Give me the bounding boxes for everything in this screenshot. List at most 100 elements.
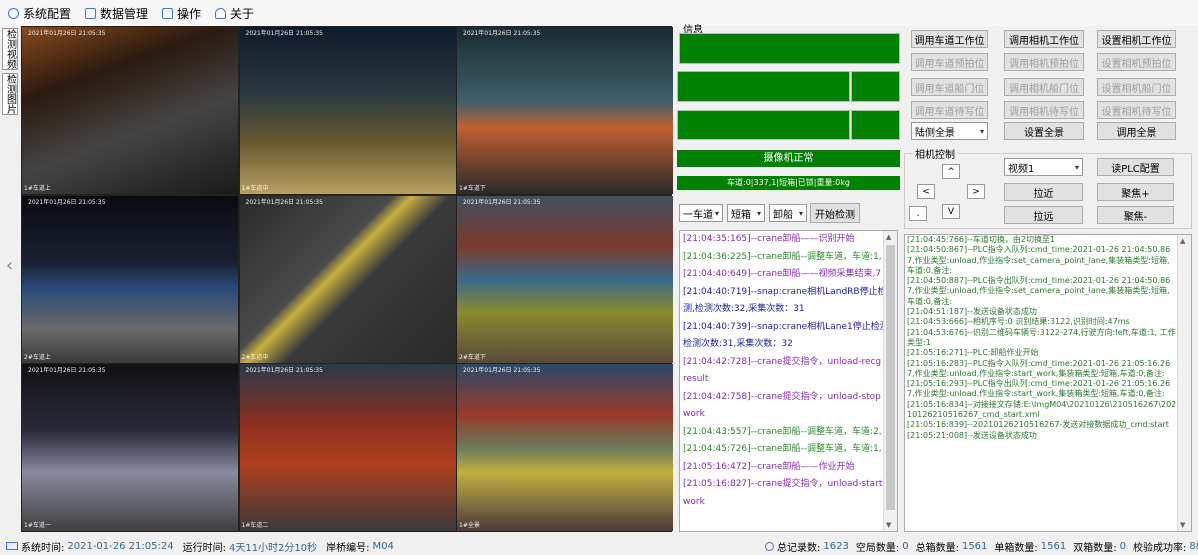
log-line: [21:05:16:283]--PLC指令入队列:cmd_time:2021-0… xyxy=(907,358,1171,378)
set-camera-door-button[interactable]: 设置相机船门位 xyxy=(1097,78,1176,96)
log-line: [21:04:53:666]--相机序号:0 识别结果:3122,识别时间:47… xyxy=(907,317,1130,327)
camera-view[interactable]: 2021年01月26日 21:05:35 2#车道下 xyxy=(457,195,673,363)
log-line: [21:05:21:008]--发送设备状态成功 xyxy=(907,430,1037,440)
camera-timestamp: 2021年01月26日 21:05:35 xyxy=(28,367,106,374)
run-time-value: 4天11小时2分10秒 xyxy=(228,542,318,554)
menu-data-management[interactable]: 数据管理 xyxy=(85,5,148,22)
select-value: 卸船 xyxy=(773,209,793,221)
tab-detect-image[interactable]: 检测图片 xyxy=(2,73,18,115)
info-display-right xyxy=(851,71,900,102)
call-lane-door-button[interactable]: 调用车道船门位 xyxy=(911,78,988,96)
camera-name: 2#车道下 xyxy=(459,353,486,361)
log-line: [21:05:16:271]--PLC:卸船作业开始 xyxy=(907,348,1039,358)
set-panorama-button[interactable]: 设置全景 xyxy=(1004,122,1084,140)
camera-view[interactable]: 2021年01月26日 21:05:35 1#车道上 xyxy=(22,27,238,194)
log-line: [21:04:42:728]--crane提交指令，unload-recg xyxy=(683,356,882,367)
gear-icon xyxy=(8,7,19,19)
plc-log[interactable]: [21:04:45:766]--车道切换，由2切换至1 [21:04:50:867… xyxy=(904,234,1192,532)
log-line: [21:05:16:472]--crane卸船——作业开始 xyxy=(683,461,855,472)
log-lines: [21:04:45:766]--车道切换，由2切换至1 [21:04:50:867… xyxy=(905,235,1191,441)
log-line: [21:04:50:887]--PLC指令出队列:cmd_time:2021-0… xyxy=(907,276,1171,306)
log-line: 检测次数:31,采集次数：32 xyxy=(683,339,793,349)
camera-timestamp: 2021年01月26日 21:05:35 xyxy=(28,30,106,37)
camera-name: 2#车道中 xyxy=(241,353,269,361)
camera-status: 摄像机正常 xyxy=(677,150,900,167)
menu-system-config[interactable]: 系统配置 xyxy=(8,5,71,22)
center-button[interactable]: . xyxy=(909,206,927,221)
focus-minus-button[interactable]: 聚焦- xyxy=(1097,206,1174,224)
double-label: 双箱数量: xyxy=(1073,542,1117,554)
tab-detect-video[interactable]: 检测视频 xyxy=(2,28,18,70)
single-value: 1561 xyxy=(1040,540,1067,552)
call-lane-preshot-button[interactable]: 调用车道预拍位 xyxy=(911,53,988,71)
call-lane-wait-button[interactable]: 调用车道待写位 xyxy=(911,101,988,119)
pan-down-button[interactable]: V xyxy=(942,204,960,219)
scrollbar[interactable]: ▲ ▼ xyxy=(883,231,897,531)
select-value: 一车道 xyxy=(683,209,713,221)
scroll-down-icon[interactable]: ▼ xyxy=(886,521,891,529)
set-camera-work-button[interactable]: 设置相机工作位 xyxy=(1097,30,1176,48)
chevron-down-icon: ▾ xyxy=(1074,162,1079,172)
log-line: [21:04:51:187]--发送设备状态成功 xyxy=(907,307,1037,317)
log-line: [21:04:42:758]--crane提交指令，unload-stop xyxy=(683,391,881,402)
log-line: work xyxy=(683,409,705,419)
start-detect-button[interactable]: 开始检测 xyxy=(810,203,860,223)
scroll-thumb[interactable] xyxy=(886,245,895,510)
monitor-icon xyxy=(85,7,97,19)
call-camera-work-button[interactable]: 调用相机工作位 xyxy=(1004,30,1084,48)
call-lane-work-button[interactable]: 调用车道工作位 xyxy=(911,30,988,48)
camera-name: 1#全景 xyxy=(459,522,480,529)
stats-bar: 总记录数: 1623 空局数量: 0 总箱数量: 1561 单箱数量: 1561… xyxy=(765,537,1198,555)
camera-name: 1#车道中 xyxy=(241,185,269,192)
camera-view[interactable]: 2021年01月26日 21:05:35 2#车道中 xyxy=(239,195,456,363)
menu-about[interactable]: 关于 xyxy=(215,5,254,22)
read-plc-config-button[interactable]: 读PLC配置 xyxy=(1097,158,1174,176)
call-camera-door-button[interactable]: 调用相机船门位 xyxy=(1004,78,1084,96)
camera-view[interactable]: 2021年01月26日 21:05:35 1#车道一 xyxy=(22,364,238,531)
call-panorama-button[interactable]: 调用全景 xyxy=(1097,122,1176,140)
menu-operation[interactable]: 操作 xyxy=(162,5,201,22)
camera-name: 2#车道上 xyxy=(24,353,51,361)
zoom-in-button[interactable]: 拉近 xyxy=(1004,183,1083,201)
camera-view[interactable]: 2021年01月26日 21:05:35 1#车道中 xyxy=(239,27,456,194)
menu-label: 关于 xyxy=(230,6,255,21)
panorama-side-select[interactable]: 陆侧全景 ▾ xyxy=(911,122,988,140)
operation-log[interactable]: [21:04:35:165]--crane卸船——识别开始 [21:04:36:2… xyxy=(679,230,898,532)
log-line: 测,检测次数:32,采集次数：31 xyxy=(683,304,805,314)
camera-name: 1#车道上 xyxy=(24,185,51,192)
scroll-down-icon[interactable]: ▼ xyxy=(1180,521,1185,529)
log-line: [21:05:16:827]--crane提交指令，unload-start xyxy=(683,479,883,489)
camera-view[interactable]: 2021年01月26日 21:05:35 1#全景 xyxy=(457,364,673,531)
zoom-out-button[interactable]: 拉远 xyxy=(1004,206,1083,224)
camera-view[interactable]: 2021年01月26日 21:05:35 1#车道下 xyxy=(457,27,673,194)
camera-view[interactable]: 2021年01月26日 21:05:35 2#车道上 xyxy=(22,195,238,363)
lane-select[interactable]: 一车道 ▾ xyxy=(679,204,723,222)
camera-name: 1#车道一 xyxy=(24,522,51,529)
log-line: [21:05:16:834]--对接接文存储:E:\ImgM04\2021012… xyxy=(907,399,1177,420)
video-select[interactable]: 视频1 ▾ xyxy=(1004,158,1083,176)
camera-grid: 2021年01月26日 21:05:35 1#车道上 2021年01月26日 21… xyxy=(21,26,673,532)
focus-plus-button[interactable]: 聚焦+ xyxy=(1097,183,1174,201)
set-camera-preshot-button[interactable]: 设置相机预拍位 xyxy=(1097,53,1176,71)
camera-view[interactable]: 2021年01月26日 21:05:35 1#车道二 xyxy=(239,364,456,531)
chevron-left-icon[interactable]: ‹ xyxy=(6,255,20,279)
scroll-up-icon[interactable]: ▲ xyxy=(1180,237,1185,245)
log-line: [21:05:16:839]--20210126210516267-发送对接数据… xyxy=(907,420,1169,430)
chevron-down-icon: ▾ xyxy=(979,126,984,136)
log-line: [21:04:40:739]--snap:crane相机Lane1停止检测, xyxy=(683,321,892,332)
pan-left-button[interactable]: < xyxy=(917,184,935,199)
call-camera-preshot-button[interactable]: 调用相机预拍位 xyxy=(1004,53,1084,71)
size-select[interactable]: 短箱 ▾ xyxy=(727,204,765,222)
call-camera-wait-button[interactable]: 调用相机待写位 xyxy=(1004,101,1084,119)
menu-label: 系统配置 xyxy=(23,6,72,21)
mode-select[interactable]: 卸船 ▾ xyxy=(769,204,807,222)
rate-label: 校验成功率: xyxy=(1132,542,1187,554)
document-icon xyxy=(162,7,174,19)
pan-right-button[interactable]: > xyxy=(967,184,985,199)
scrollbar[interactable]: ▲ ▼ xyxy=(1177,235,1191,531)
scroll-up-icon[interactable]: ▲ xyxy=(886,233,891,241)
log-lines: [21:04:35:165]--crane卸船——识别开始 [21:04:36:2… xyxy=(680,231,897,511)
pan-up-button[interactable]: ^ xyxy=(942,164,960,179)
set-camera-wait-button[interactable]: 设置相机待写位 xyxy=(1097,101,1176,119)
camera-timestamp: 2021年01月26日 21:05:35 xyxy=(245,198,323,206)
